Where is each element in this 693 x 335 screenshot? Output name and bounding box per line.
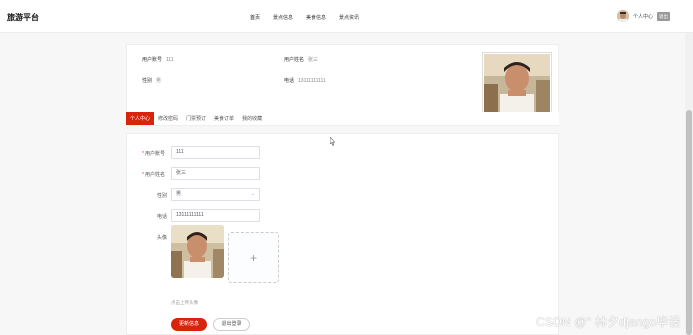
nav-food[interactable]: 美食信息 xyxy=(306,14,326,21)
tab-my-favorites[interactable]: 我的收藏 xyxy=(238,112,266,125)
user-center-link[interactable]: 个人中心 xyxy=(633,13,653,20)
avatar-preview[interactable] xyxy=(171,225,224,278)
gender-select[interactable]: 男 ⌄ xyxy=(171,188,260,201)
summary-gender: 性别男 xyxy=(142,78,162,84)
tab-ticket-booking[interactable]: 门票预订 xyxy=(182,112,210,125)
avatar[interactable] xyxy=(617,10,629,22)
update-info-button[interactable]: 更新信息 xyxy=(171,318,207,331)
tab-change-password[interactable]: 修改密码 xyxy=(154,112,182,125)
top-nav: 旅游平台 首页 景点信息 美食信息 景点资讯 个人中心 退出 xyxy=(0,0,693,33)
avatar-label: 头像 xyxy=(157,235,168,241)
avatar-upload-button[interactable]: + xyxy=(228,232,279,283)
nav-news[interactable]: 景点资讯 xyxy=(339,14,359,21)
gender-label: 性别 xyxy=(157,193,168,199)
nav-attractions[interactable]: 景点信息 xyxy=(273,14,293,21)
mouse-cursor-icon xyxy=(329,133,336,146)
tab-personal-center[interactable]: 个人中心 xyxy=(126,112,155,125)
summary-phone: 电话 13111111111 xyxy=(284,78,326,84)
account-field[interactable]: 111 xyxy=(171,146,260,159)
tab-food-orders[interactable]: 美食订单 xyxy=(210,112,238,125)
upload-hint: 点击上传头像 xyxy=(171,300,198,305)
profile-photo xyxy=(482,52,552,116)
chevron-down-icon: ⌄ xyxy=(250,191,255,197)
nav-home[interactable]: 首页 xyxy=(250,14,260,21)
brand-logo[interactable]: 旅游平台 xyxy=(7,12,39,23)
profile-tabs: 个人中心 修改密码 门票预订 美食订单 我的收藏 xyxy=(126,112,559,126)
summary-account: 用户账号 111 xyxy=(142,57,174,63)
logout-account-button[interactable]: 退出登录 xyxy=(213,318,250,331)
phone-label: 电话 xyxy=(157,214,168,220)
main-nav: 首页 景点信息 美食信息 景点资讯 xyxy=(250,14,359,21)
watermark-text: CSDN @" 林夕django毕设 xyxy=(536,315,681,329)
account-label: *用户账号 xyxy=(142,151,165,157)
phone-field[interactable]: 13111111111 xyxy=(171,209,260,222)
summary-name: 用户姓名 张三 xyxy=(284,57,319,63)
name-field[interactable]: 张三 xyxy=(171,167,260,180)
scrollbar-thumb[interactable] xyxy=(686,110,692,335)
logout-button[interactable]: 退出 xyxy=(657,11,671,21)
name-label: *用户姓名 xyxy=(142,172,165,178)
user-area: 个人中心 退出 xyxy=(617,10,671,22)
plus-icon: + xyxy=(249,251,257,265)
